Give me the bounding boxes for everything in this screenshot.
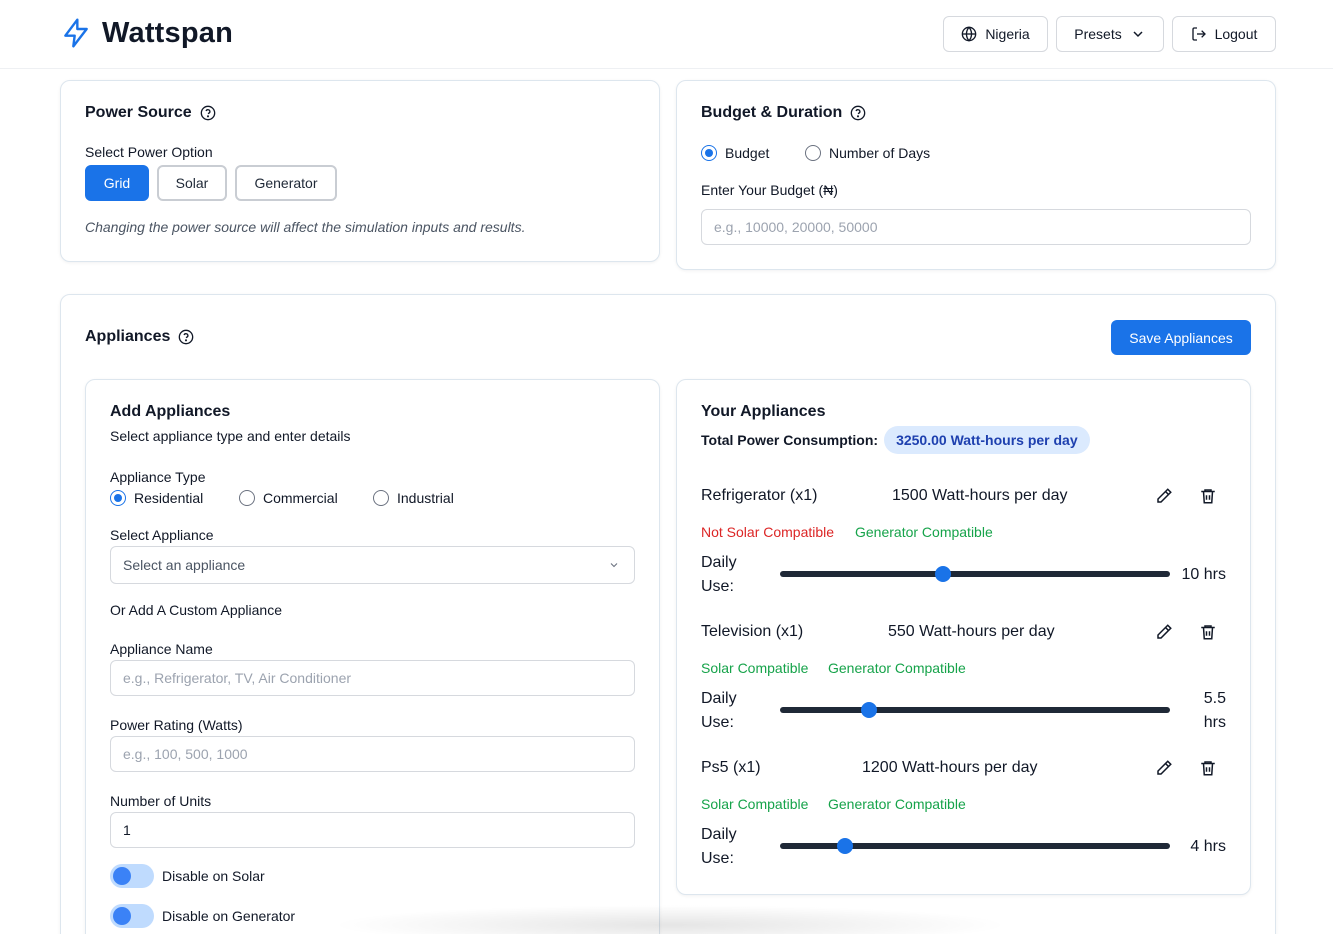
daily-use-slider[interactable] [780, 838, 1170, 854]
power-source-title: Power Source [85, 104, 216, 122]
budget-mode-budget[interactable]: Budget [701, 145, 769, 161]
type-label: Commercial [263, 490, 338, 506]
logout-label: Logout [1214, 26, 1258, 42]
slider-thumb[interactable] [934, 566, 951, 582]
presets-label: Presets [1074, 26, 1122, 42]
custom-appliance-label: Or Add A Custom Appliance [110, 602, 282, 618]
type-label: Residential [134, 490, 204, 506]
total-consumption-row: Total Power Consumption: 3250.00 Watt-ho… [701, 426, 1090, 454]
total-consumption-badge: 3250.00 Watt-hours per day [884, 426, 1090, 454]
add-appliances-title: Add Appliances [110, 403, 231, 420]
appliance-select[interactable]: Select an appliance [110, 546, 635, 584]
daily-hours-value: 10 hrs [1181, 566, 1226, 583]
power-rating-input[interactable]: e.g., 100, 500, 1000 [110, 736, 635, 772]
trash-icon[interactable] [1199, 759, 1217, 777]
disable-solar-toggle[interactable] [110, 864, 154, 888]
budget-title: Budget & Duration [701, 104, 866, 122]
daily-use-slider[interactable] [780, 566, 1170, 582]
daily-use-label: Daily Use: [701, 554, 737, 595]
save-appliances-button[interactable]: Save Appliances [1111, 320, 1251, 355]
budget-title-text: Budget & Duration [701, 104, 843, 121]
chevron-down-icon [1133, 31, 1143, 38]
help-icon[interactable] [850, 105, 866, 121]
logout-icon [1191, 27, 1206, 41]
generator-compatibility: Generator Compatible [828, 796, 966, 812]
appliance-item-wh: 1200 Watt-hours per day [862, 759, 1038, 776]
edit-icon[interactable] [1155, 623, 1173, 641]
brand-name: Wattspan [102, 16, 234, 49]
generator-compatibility: Generator Compatible [855, 524, 993, 540]
top-header: Wattspan Nigeria Presets Logout [0, 0, 1333, 69]
power-option-grid[interactable]: Grid [85, 165, 149, 201]
type-commercial[interactable]: Commercial [239, 490, 338, 506]
appliance-item-name: Ps5 (x1) [701, 759, 761, 776]
edit-icon[interactable] [1155, 759, 1173, 777]
budget-mode-days[interactable]: Number of Days [805, 145, 930, 161]
logout-button[interactable]: Logout [1172, 16, 1276, 52]
edit-icon[interactable] [1155, 487, 1173, 505]
slider-thumb[interactable] [836, 838, 853, 854]
globe-icon [961, 26, 977, 42]
solar-compatibility: Solar Compatible [701, 796, 809, 812]
appliance-item-wh: 550 Watt-hours per day [888, 623, 1055, 640]
power-source-title-text: Power Source [85, 104, 192, 121]
presets-dropdown[interactable]: Presets [1056, 16, 1164, 52]
budget-mode-label: Budget [725, 145, 770, 161]
daily-hours-value: 5.5 hrs [1203, 690, 1226, 731]
power-rating-label: Power Rating (Watts) [110, 717, 243, 733]
budget-input[interactable]: e.g., 10000, 20000, 50000 [701, 209, 1251, 245]
solar-compatibility: Solar Compatible [701, 660, 809, 676]
solar-compatibility: Not Solar Compatible [701, 524, 835, 540]
appliances-title: Appliances [85, 328, 194, 346]
appliance-name-label: Appliance Name [110, 641, 213, 657]
brand[interactable]: Wattspan [60, 16, 233, 50]
trash-icon[interactable] [1199, 487, 1217, 505]
daily-use-label: Daily Use: [701, 826, 737, 867]
disable-generator-toggle[interactable] [110, 904, 154, 928]
appliance-name-input[interactable]: e.g., Refrigerator, TV, Air Conditioner [110, 660, 635, 696]
help-icon[interactable] [200, 105, 216, 121]
radio-empty-icon [373, 490, 389, 506]
appliance-item-wh: 1500 Watt-hours per day [892, 487, 1068, 504]
type-label: Industrial [397, 490, 454, 506]
daily-hours-value: 4 hrs [1190, 838, 1226, 855]
radio-empty-icon [239, 490, 255, 506]
country-button[interactable]: Nigeria [943, 16, 1048, 52]
appliances-title-text: Appliances [85, 328, 171, 345]
help-icon[interactable] [178, 329, 194, 345]
power-source-note: Changing the power source will affect th… [85, 219, 526, 235]
total-consumption-label: Total Power Consumption: [701, 432, 879, 448]
disable-generator-label: Disable on Generator [162, 908, 296, 924]
type-residential[interactable]: Residential [110, 490, 203, 506]
bottom-shadow [330, 905, 1010, 934]
generator-compatibility: Generator Compatible [828, 660, 966, 676]
daily-use-slider[interactable] [780, 702, 1170, 718]
appliance-select-placeholder: Select an appliance [123, 557, 246, 573]
units-input[interactable]: 1 [110, 812, 635, 848]
radio-selected-icon [110, 490, 126, 506]
units-label: Number of Units [110, 793, 212, 809]
type-industrial[interactable]: Industrial [373, 490, 454, 506]
country-label: Nigeria [985, 26, 1030, 42]
appliance-item-name: Television (x1) [701, 623, 804, 640]
appliance-type-label: Appliance Type [110, 469, 206, 485]
radio-empty-icon [805, 145, 821, 161]
disable-solar-label: Disable on Solar [162, 868, 265, 884]
budget-input-label: Enter Your Budget (₦) [701, 182, 838, 198]
chevron-down-icon [610, 563, 618, 568]
add-appliances-subtitle: Select appliance type and enter details [110, 428, 351, 444]
power-option-solar[interactable]: Solar [157, 165, 227, 201]
lightning-icon [64, 18, 88, 48]
appliance-item-name: Refrigerator (x1) [701, 487, 818, 504]
radio-selected-icon [701, 145, 717, 161]
power-option-generator[interactable]: Generator [235, 165, 337, 201]
power-option-label: Select Power Option [85, 144, 213, 160]
your-appliances-title: Your Appliances [701, 403, 826, 420]
select-appliance-label: Select Appliance [110, 527, 214, 543]
trash-icon[interactable] [1199, 623, 1217, 641]
daily-use-label: Daily Use: [701, 690, 737, 731]
days-mode-label: Number of Days [829, 145, 931, 161]
